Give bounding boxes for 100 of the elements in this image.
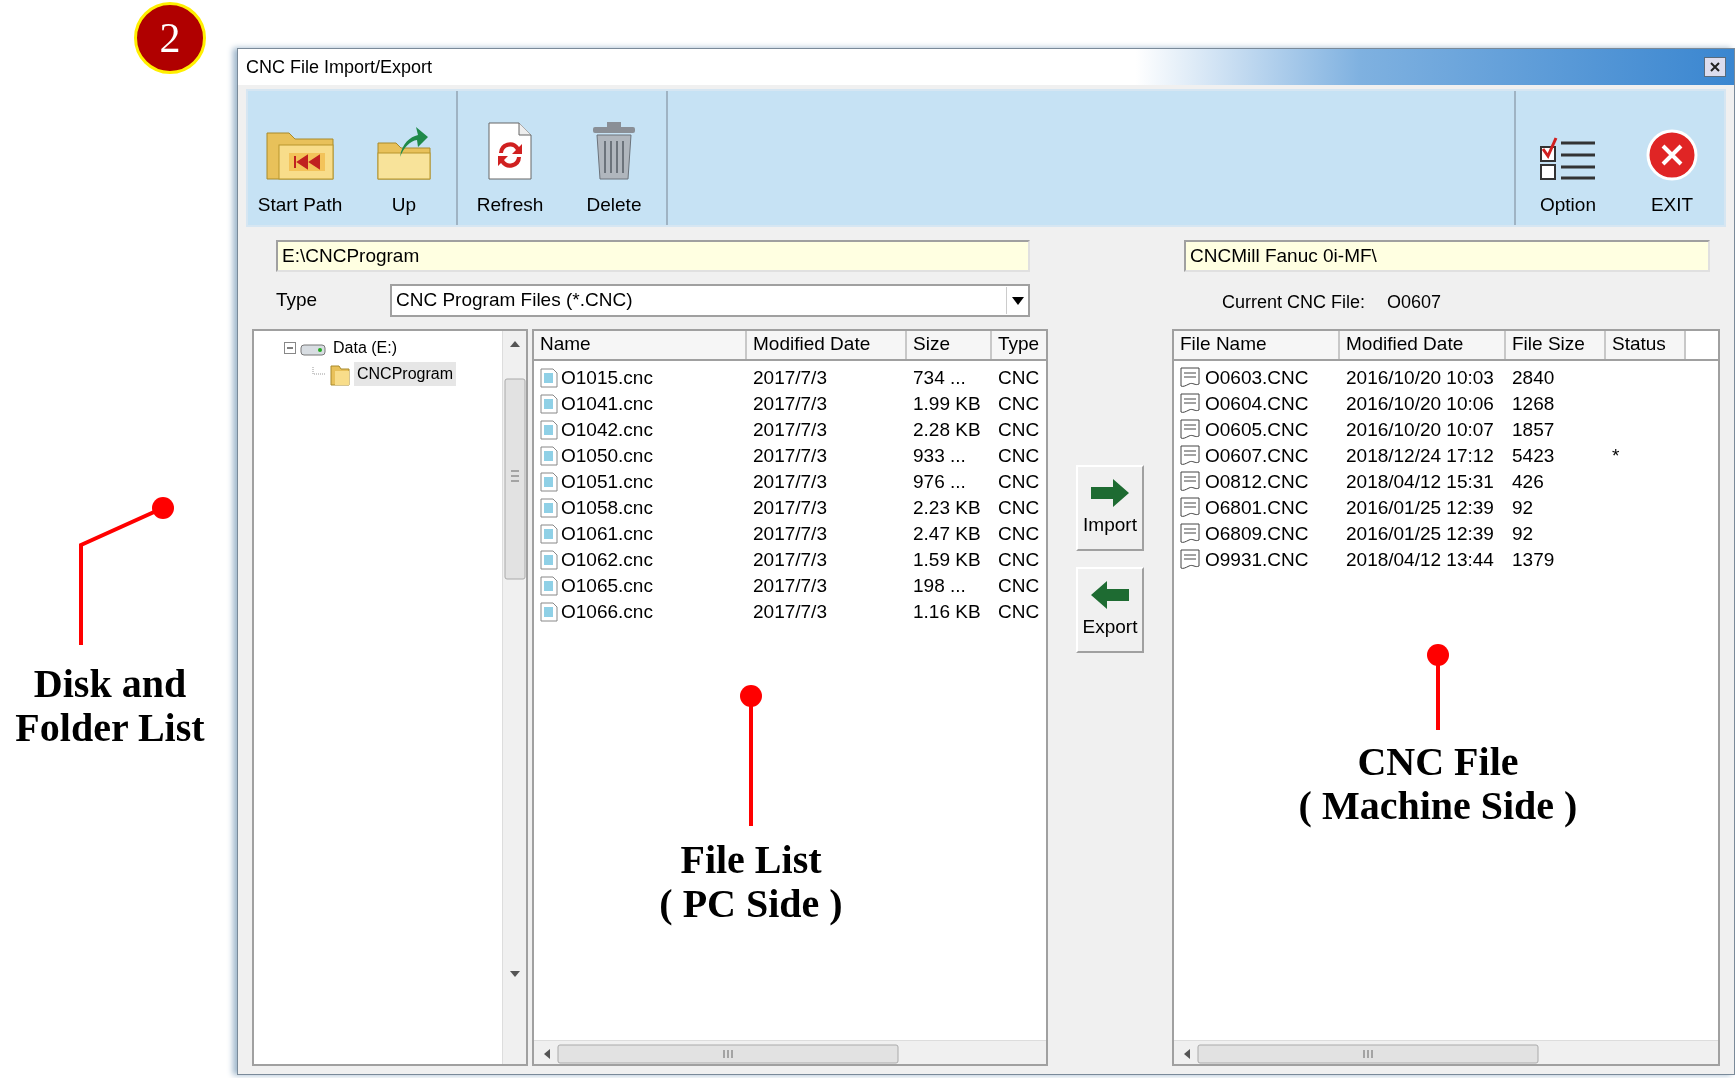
cnc-file-icon xyxy=(1180,471,1202,493)
table-cell-text: 734 ... xyxy=(913,366,966,390)
column-header[interactable]: Size xyxy=(907,331,992,359)
folder-icon xyxy=(330,362,350,386)
column-header[interactable]: Modified Date xyxy=(747,331,907,359)
toolbar-button[interactable]: Refresh xyxy=(458,91,562,225)
file-icon xyxy=(540,368,558,388)
column-header[interactable]: Type xyxy=(992,331,1046,359)
table-cell-text: 2016/10/20 10:06 xyxy=(1346,392,1494,416)
table-cell-text: 2.47 KB xyxy=(913,522,981,546)
toolbar-button[interactable]: EXIT xyxy=(1620,91,1724,225)
file-icon xyxy=(540,446,558,466)
table-cell-text: 1268 xyxy=(1512,392,1555,416)
table-cell-text: CNC xyxy=(998,574,1040,598)
current-file-value: O0607 xyxy=(1387,290,1442,314)
column-header[interactable]: Name xyxy=(534,331,747,359)
cnc-file-icon xyxy=(1180,523,1202,545)
table-cell-text: 1.16 KB xyxy=(913,600,981,624)
transfer-button[interactable]: Export xyxy=(1076,567,1144,653)
table-cell-text: 2017/7/3 xyxy=(753,522,827,546)
column-header[interactable]: Modified Date xyxy=(1340,331,1506,359)
file-icon xyxy=(540,524,558,544)
file-icon xyxy=(540,420,558,440)
table-cell-text: 2016/10/20 10:03 xyxy=(1346,366,1494,390)
toolbar-button[interactable]: Delete xyxy=(562,91,666,225)
path-field[interactable]: CNCMill Fanuc 0i-MF\ xyxy=(1184,240,1710,272)
table-cell-text: 5423 xyxy=(1512,444,1555,468)
table-cell-text: 1.59 KB xyxy=(913,548,981,572)
file-icon xyxy=(540,550,558,570)
table-cell-text: O0812.CNC xyxy=(1205,470,1309,494)
table-cell-text: O6809.CNC xyxy=(1205,522,1309,546)
table-cell-text: CNC xyxy=(998,444,1040,468)
table-cell-text: O0605.CNC xyxy=(1205,418,1309,442)
transfer-button[interactable]: Import xyxy=(1076,465,1144,551)
file-icon xyxy=(540,394,558,414)
toolbar-button[interactable]: Start Path xyxy=(248,91,352,225)
document-refresh-icon xyxy=(487,120,533,181)
table-cell-text: 1379 xyxy=(1512,548,1555,572)
table-cell-text: 2016/10/20 10:07 xyxy=(1346,418,1494,442)
horizontal-scrollbar[interactable] xyxy=(1174,1040,1718,1064)
table-cell-text: 92 xyxy=(1512,522,1534,546)
table-cell-text: 2.28 KB xyxy=(913,418,981,442)
path-field[interactable]: E:\CNCProgram xyxy=(276,240,1030,272)
close-button[interactable] xyxy=(1704,57,1726,77)
callout-label: Disk and Folder List xyxy=(14,662,206,750)
file-icon xyxy=(540,472,558,492)
table-cell-text: O0607.CNC xyxy=(1205,444,1309,468)
vertical-scrollbar[interactable] xyxy=(502,331,526,1064)
file-icon xyxy=(540,602,558,622)
callout-label: CNC File ( Machine Side ) xyxy=(1297,740,1579,828)
table-cell-text: O1061.cnc xyxy=(561,522,653,546)
tree-item[interactable]: CNCProgram xyxy=(354,362,456,386)
close-icon xyxy=(1646,128,1698,181)
table-cell-text: 2017/7/3 xyxy=(753,496,827,520)
table-cell-text: CNC xyxy=(998,548,1040,572)
type-dropdown[interactable]: CNC Program Files (*.CNC) xyxy=(390,284,1030,317)
close-icon xyxy=(1709,61,1721,73)
table-cell-text: 426 xyxy=(1512,470,1544,494)
table-cell-text: * xyxy=(1612,444,1620,468)
table-cell-text: 2018/04/12 15:31 xyxy=(1346,470,1494,494)
table-cell-text: O1042.cnc xyxy=(561,418,653,442)
table-cell-text: 2017/7/3 xyxy=(753,548,827,572)
cnc-file-icon xyxy=(1180,393,1202,415)
table-cell-text: 92 xyxy=(1512,496,1534,520)
current-file-label: Current CNC File: xyxy=(1222,290,1366,314)
table-cell-text: O9931.CNC xyxy=(1205,548,1309,572)
table-cell-text: 933 ... xyxy=(913,444,966,468)
file-icon xyxy=(540,576,558,596)
table-cell-text: O6801.CNC xyxy=(1205,496,1309,520)
horizontal-scrollbar[interactable] xyxy=(534,1040,1046,1064)
table-cell-text: 2017/7/3 xyxy=(753,574,827,598)
table-cell-text: 2018/12/24 17:12 xyxy=(1346,444,1494,468)
table-cell-text: O0603.CNC xyxy=(1205,366,1309,390)
table-cell-text: 2017/7/3 xyxy=(753,366,827,390)
table-cell-text: 2017/7/3 xyxy=(753,444,827,468)
table-cell-text: O1058.cnc xyxy=(561,496,653,520)
table-cell-text: O1066.cnc xyxy=(561,600,653,624)
column-header[interactable]: File Size xyxy=(1506,331,1606,359)
cnc-file-icon xyxy=(1180,419,1202,441)
table-cell-text: 2016/01/25 12:39 xyxy=(1346,496,1494,520)
table-cell-text: 2017/7/3 xyxy=(753,392,827,416)
cnc-file-icon xyxy=(1180,549,1202,571)
column-header[interactable]: File Name xyxy=(1174,331,1340,359)
table-cell-text: O0604.CNC xyxy=(1205,392,1309,416)
table-cell-text: 2840 xyxy=(1512,366,1555,390)
column-header[interactable]: Status xyxy=(1606,331,1686,359)
toolbar-button[interactable]: Up xyxy=(352,91,456,225)
window-title: CNC File Import/Export xyxy=(246,55,433,79)
table-cell-text: CNC xyxy=(998,392,1040,416)
table-cell-text: 2.23 KB xyxy=(913,496,981,520)
dropdown-arrow-icon xyxy=(1011,296,1024,305)
table-cell-text: 198 ... xyxy=(913,574,966,598)
table-cell-text: CNC xyxy=(998,522,1040,546)
file-icon xyxy=(540,498,558,518)
cnc-file-icon xyxy=(1180,445,1202,467)
cnc-file-icon xyxy=(1180,367,1202,389)
table-cell-text: CNC xyxy=(998,418,1040,442)
toolbar-button[interactable]: Option xyxy=(1516,91,1620,225)
table-cell-text: CNC xyxy=(998,600,1040,624)
tree-item[interactable]: Data (E:) xyxy=(330,336,400,360)
